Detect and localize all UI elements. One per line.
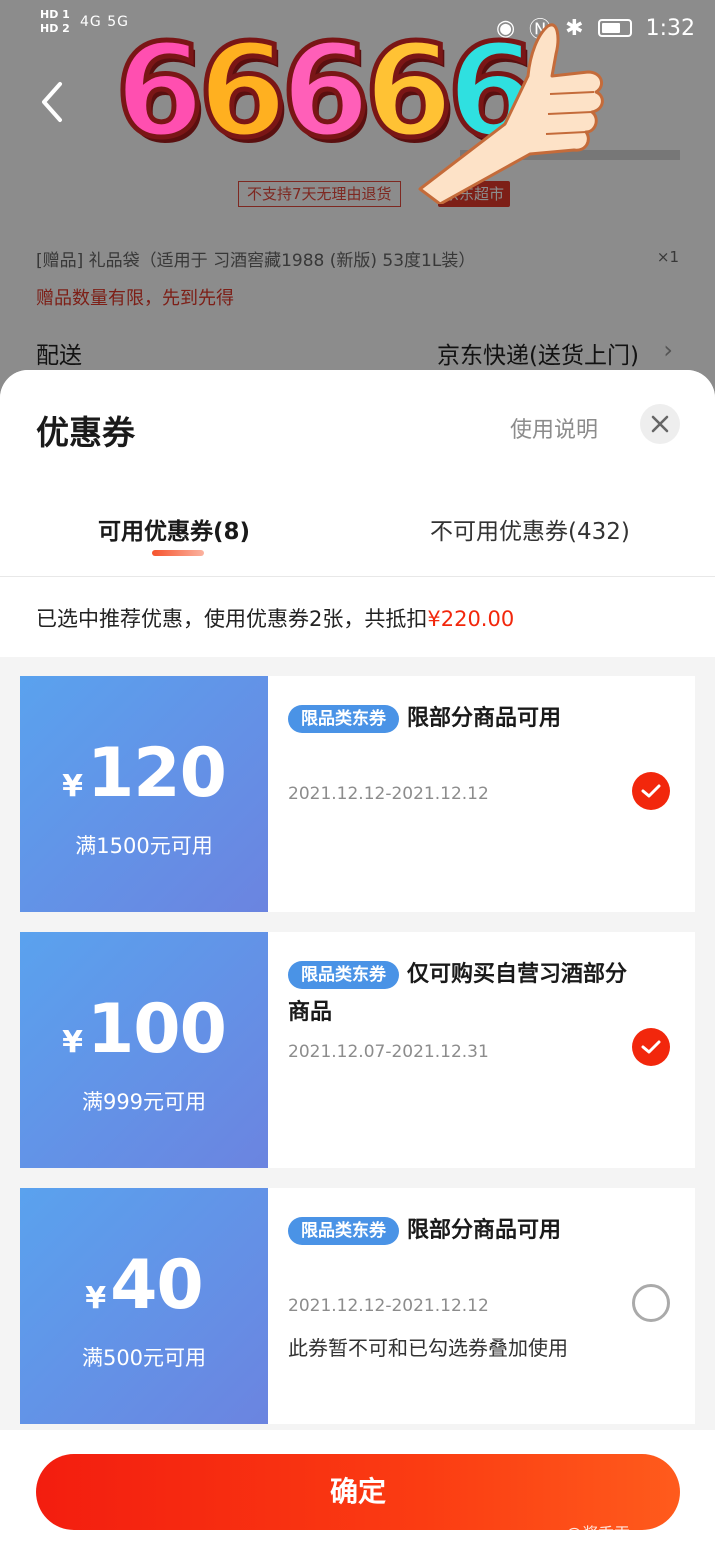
tab-available-coupons[interactable]: 可用优惠券(8) <box>98 512 250 546</box>
coupon-info: 限品类东券 仅可购买自营习酒部分商品 2021.12.07-2021.12.31 <box>268 932 695 1168</box>
usage-instructions-link[interactable]: 使用说明 <box>510 412 598 444</box>
checkmark-icon <box>641 1040 661 1054</box>
coupon-validity: 2021.12.07-2021.12.31 <box>288 1042 489 1062</box>
currency-symbol: ¥ <box>85 1281 107 1316</box>
close-button[interactable] <box>640 404 680 444</box>
sticker-digit: 6 <box>279 17 373 166</box>
sheet-header: 优惠券 使用说明 可用优惠券(8) 不可用优惠券(432) <box>0 370 715 577</box>
sheet-title: 优惠券 <box>36 413 135 452</box>
coupon-threshold: 满500元可用 <box>81 1346 207 1370</box>
coupon-value-panel: ¥ 40 满500元可用 <box>16 1188 268 1424</box>
coupon-info: 限品类东券 限部分商品可用 2021.12.12-2021.12.12 <box>268 676 695 912</box>
coupon-value-panel: ¥ 100 满999元可用 <box>16 932 268 1168</box>
sticker-digit: 6 <box>196 17 290 166</box>
coupon-checkbox-unchecked[interactable] <box>632 1284 670 1322</box>
coupon-type-badge: 限品类东券 <box>288 961 399 989</box>
currency-symbol: ¥ <box>62 769 83 804</box>
chevron-left-icon <box>42 82 62 122</box>
thumbs-up-icon <box>418 23 604 204</box>
coupon-card[interactable]: ¥ 40 满500元可用 限品类东券 限部分商品可用 2021.12.12-202… <box>16 1188 695 1424</box>
coupon-validity: 2021.12.12-2021.12.12 <box>288 1296 489 1316</box>
coupon-card[interactable]: ¥ 120 满1500元可用 限品类东券 限部分商品可用 2021.12.12-2… <box>16 676 695 912</box>
coupon-card[interactable]: ¥ 100 满999元可用 限品类东券 仅可购买自营习酒部分商品 2021.12.… <box>16 932 695 1168</box>
coupon-checkbox-checked[interactable] <box>632 772 670 810</box>
currency-symbol: ¥ <box>62 1025 83 1060</box>
coupon-info: 限品类东券 限部分商品可用 2021.12.12-2021.12.12 此券暂不可… <box>268 1188 695 1424</box>
coupon-value-panel: ¥ 120 满1500元可用 <box>16 676 268 912</box>
coupon-threshold: 满999元可用 <box>81 1090 207 1114</box>
tab-unavailable-coupons[interactable]: 不可用优惠券(432) <box>430 512 630 546</box>
selection-summary: 已选中推荐优惠，使用优惠券2张，共抵扣¥220.00 <box>0 577 715 657</box>
active-tab-indicator <box>152 550 204 556</box>
checkmark-icon <box>641 784 661 798</box>
coupon-type-badge: 限品类东券 <box>288 705 399 733</box>
coupon-threshold: 满1500元可用 <box>75 834 213 858</box>
close-icon <box>651 415 669 433</box>
back-button[interactable] <box>38 80 68 124</box>
coupon-stacking-note: 此券暂不可和已勾选券叠加使用 <box>288 1336 568 1360</box>
coupon-type-badge: 限品类东券 <box>288 1217 399 1245</box>
clock: 1:32 <box>645 15 695 41</box>
coupon-description: 限部分商品可用 <box>407 1218 562 1243</box>
coupon-amount: 100 <box>86 990 227 1069</box>
coupon-amount: 40 <box>110 1246 204 1325</box>
summary-amount: ¥220.00 <box>427 607 515 631</box>
coupon-sheet: 优惠券 使用说明 可用优惠券(8) 不可用优惠券(432) 已选中推荐优惠，使用… <box>0 370 715 1551</box>
coupon-amount: 120 <box>86 734 227 813</box>
sim-1-label: HD 1 <box>40 8 70 21</box>
watermark: @酱香贡 <box>566 1524 631 1543</box>
summary-text: 已选中推荐优惠，使用优惠券2张，共抵扣 <box>36 607 428 631</box>
confirm-button[interactable]: 确定 <box>36 1454 680 1530</box>
coupon-checkbox-checked[interactable] <box>632 1028 670 1066</box>
coupon-validity: 2021.12.12-2021.12.12 <box>288 784 489 804</box>
sim-indicators: HD 1 HD 2 <box>40 8 70 36</box>
coupon-description: 限部分商品可用 <box>407 706 562 731</box>
sticker-digit: 6 <box>112 17 206 166</box>
sim-2-label: HD 2 <box>40 22 70 35</box>
